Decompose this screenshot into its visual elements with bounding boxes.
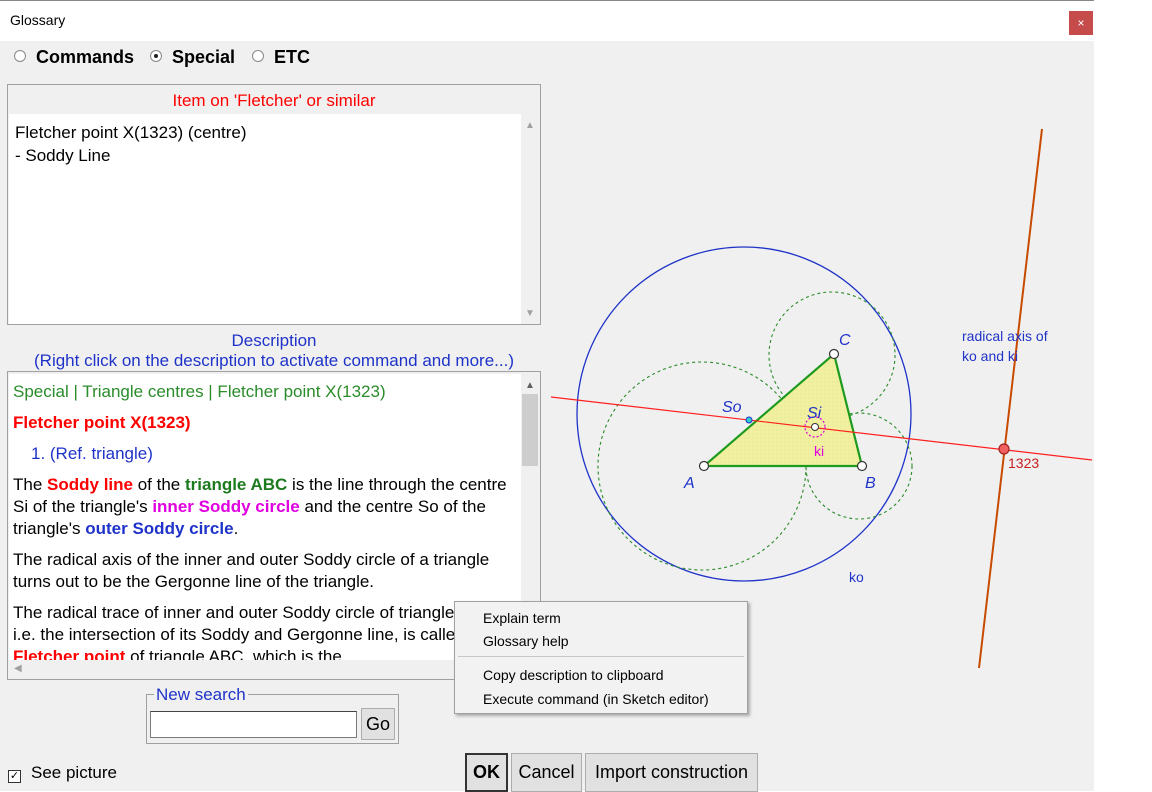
label-b: B <box>865 475 876 492</box>
scroll-down-icon[interactable]: ▼ <box>521 308 539 319</box>
term-link[interactable]: Fletcher point <box>13 647 125 660</box>
description-hscrollbar[interactable]: ◀ <box>9 660 521 678</box>
description-paragraph: The Soddy line of the triangle ABC is th… <box>13 475 507 538</box>
title-bar: Glossary × <box>0 1 1094 41</box>
item-list-scrollbar[interactable]: ▲ ▼ <box>521 114 539 324</box>
term-link[interactable]: Soddy line <box>47 475 133 494</box>
description-ref[interactable]: 1. (Ref. triangle) <box>13 443 517 465</box>
construction-picture: A B C So Si ki ko 1323 radical axis of k… <box>550 128 1093 669</box>
ok-button[interactable]: OK <box>465 753 508 792</box>
search-input[interactable] <box>150 711 357 738</box>
vertex-a[interactable] <box>698 460 710 472</box>
label-so: So <box>722 399 742 416</box>
window-title: Glossary <box>10 12 66 28</box>
radical-axis-line <box>978 128 1043 669</box>
item-panel-title: Item on 'Fletcher' or similar <box>172 91 376 110</box>
description-heading: Description <box>231 331 317 350</box>
new-search-group: New search Go <box>146 685 399 744</box>
label-axis-line1: radical axis of <box>962 328 1048 344</box>
label-ko: ko <box>849 569 864 585</box>
see-picture-checkbox[interactable]: ✓ See picture <box>8 763 117 783</box>
radio-special-dot[interactable] <box>150 50 162 62</box>
term-link[interactable]: triangle ABC <box>185 475 287 494</box>
point-so[interactable] <box>745 416 753 424</box>
description-title: Fletcher point X(1323) <box>13 413 191 432</box>
radio-special[interactable]: Special <box>150 47 235 68</box>
description-content[interactable]: Special | Triangle centres | Fletcher po… <box>9 374 521 660</box>
list-item[interactable]: - Soddy Line <box>15 144 515 167</box>
label-1323: 1323 <box>1008 455 1039 471</box>
label-ki: ki <box>814 443 824 459</box>
description-label: Description (Right click on the descript… <box>7 331 541 371</box>
vertex-c[interactable] <box>828 348 840 360</box>
label-a: A <box>683 475 695 492</box>
description-hint: (Right click on the description to activ… <box>34 351 514 370</box>
list-item[interactable]: Fletcher point X(1323) (centre) <box>15 121 515 144</box>
scroll-left-icon[interactable]: ◀ <box>14 663 22 674</box>
label-axis-line2: ko and ki <box>962 348 1018 364</box>
radio-commands-dot[interactable] <box>14 50 26 62</box>
point-si[interactable] <box>811 423 819 431</box>
point-1323[interactable] <box>998 443 1010 455</box>
close-button[interactable]: × <box>1069 11 1093 35</box>
menu-item-explain-term[interactable]: Explain term <box>483 610 561 626</box>
term-link[interactable]: outer Soddy circle <box>85 519 233 538</box>
context-menu: Explain term Glossary help Copy descript… <box>454 601 748 714</box>
import-construction-button[interactable]: Import construction <box>585 753 758 792</box>
scroll-up-icon[interactable]: ▲ <box>521 120 539 131</box>
go-button[interactable]: Go <box>361 708 395 740</box>
menu-separator <box>458 656 744 657</box>
term-link[interactable]: inner Soddy circle <box>152 497 299 516</box>
label-c: C <box>839 332 851 349</box>
item-list[interactable]: Fletcher point X(1323) (centre) - Soddy … <box>9 114 521 324</box>
description-paragraph: The radical trace of inner and outer Sod… <box>13 602 517 660</box>
vertex-b[interactable] <box>856 460 868 472</box>
label-si: Si <box>807 405 822 422</box>
new-search-legend: New search <box>154 685 248 705</box>
cancel-button[interactable]: Cancel <box>511 753 582 792</box>
description-paragraph: The radical axis of the inner and outer … <box>13 550 490 591</box>
radio-commands-label[interactable]: Commands <box>36 47 134 67</box>
item-panel: Item on 'Fletcher' or similar Fletcher p… <box>7 84 541 325</box>
scroll-thumb[interactable] <box>522 394 538 466</box>
radio-etc-dot[interactable] <box>252 50 264 62</box>
checkbox-check-icon[interactable]: ✓ <box>8 770 21 783</box>
outer-soddy-circle-ko <box>576 246 912 582</box>
description-breadcrumb: Special | Triangle centres | Fletcher po… <box>13 382 386 401</box>
radio-special-label[interactable]: Special <box>172 47 235 67</box>
see-picture-label[interactable]: See picture <box>31 763 117 782</box>
menu-item-copy-description[interactable]: Copy description to clipboard <box>483 667 664 683</box>
menu-item-glossary-help[interactable]: Glossary help <box>483 633 569 649</box>
radio-etc[interactable]: ETC <box>252 47 310 68</box>
radio-commands[interactable]: Commands <box>14 47 134 68</box>
scroll-up-icon[interactable]: ▲ <box>521 380 539 391</box>
menu-item-execute-command[interactable]: Execute command (in Sketch editor) <box>483 691 709 707</box>
radio-etc-label[interactable]: ETC <box>274 47 310 67</box>
